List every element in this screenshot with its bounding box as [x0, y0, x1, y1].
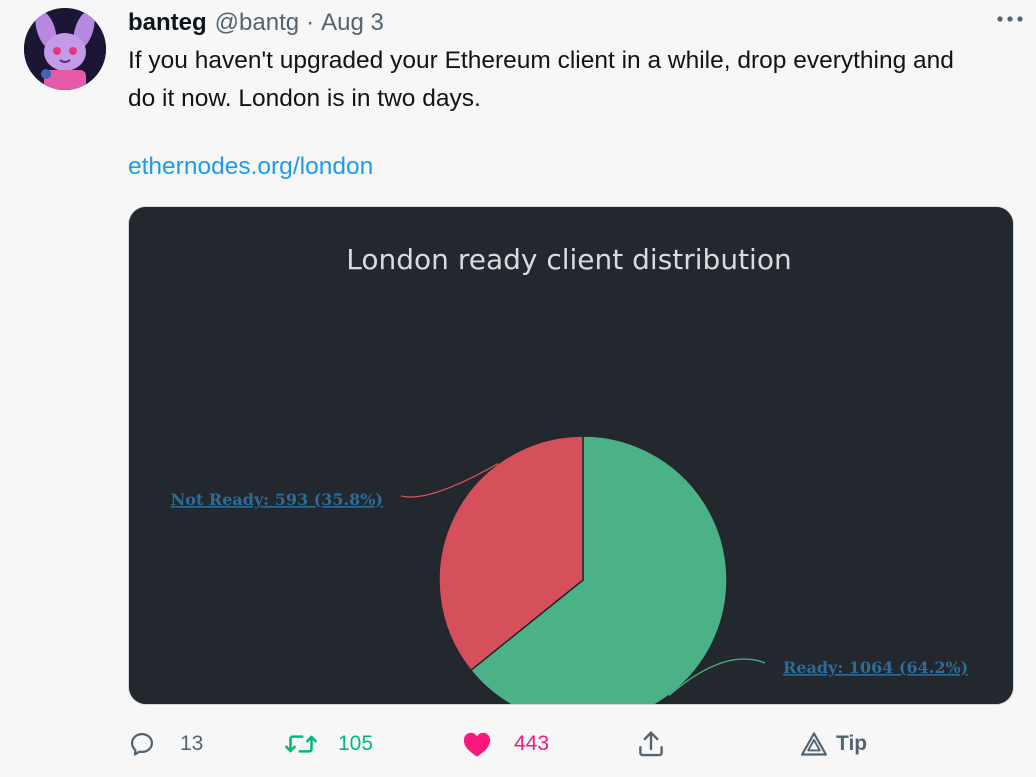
more-options-button[interactable]	[992, 6, 1028, 32]
pie-label-ready: Ready: 1064 (64.2%)	[783, 658, 968, 677]
tweet-text: If you haven't upgraded your Ethereum cl…	[128, 47, 954, 112]
tweet-link[interactable]: ethernodes.org/london	[128, 148, 373, 186]
author-handle[interactable]: @bantg	[215, 9, 299, 37]
more-horizontal-icon	[997, 16, 1023, 22]
header-separator: ·	[306, 9, 315, 36]
author-name[interactable]: banteg	[128, 9, 207, 37]
pie-chart: London ready client distribution Ready: …	[129, 207, 1013, 704]
tip-button[interactable]: Tip	[800, 722, 867, 766]
tip-label: Tip	[836, 732, 868, 755]
tweet-actions-bar: 13 105 443 Tip	[128, 722, 1012, 766]
retweet-icon	[285, 735, 317, 753]
retweet-count: 105	[338, 732, 374, 755]
pie-label-not-ready: Not Ready: 593 (35.8%)	[171, 490, 383, 509]
heart-icon	[463, 732, 491, 757]
avatar-image	[24, 8, 106, 90]
chart-title: London ready client distribution	[346, 243, 791, 276]
author-avatar[interactable]	[24, 8, 106, 90]
tweet-media-card[interactable]: London ready client distribution Ready: …	[128, 206, 1014, 705]
reply-button[interactable]: 13	[128, 722, 203, 766]
like-count: 443	[514, 732, 550, 755]
tweet-header: banteg @bantg · Aug 3	[128, 6, 1006, 40]
tweet-date[interactable]: Aug 3	[321, 9, 384, 37]
share-upload-icon	[639, 731, 663, 757]
reply-count: 13	[180, 732, 204, 755]
tip-icon	[800, 732, 828, 756]
retweet-button[interactable]: 105	[284, 722, 373, 766]
like-button[interactable]: 443	[462, 722, 549, 766]
reply-bubble-icon	[130, 732, 154, 756]
share-button[interactable]	[636, 722, 666, 766]
